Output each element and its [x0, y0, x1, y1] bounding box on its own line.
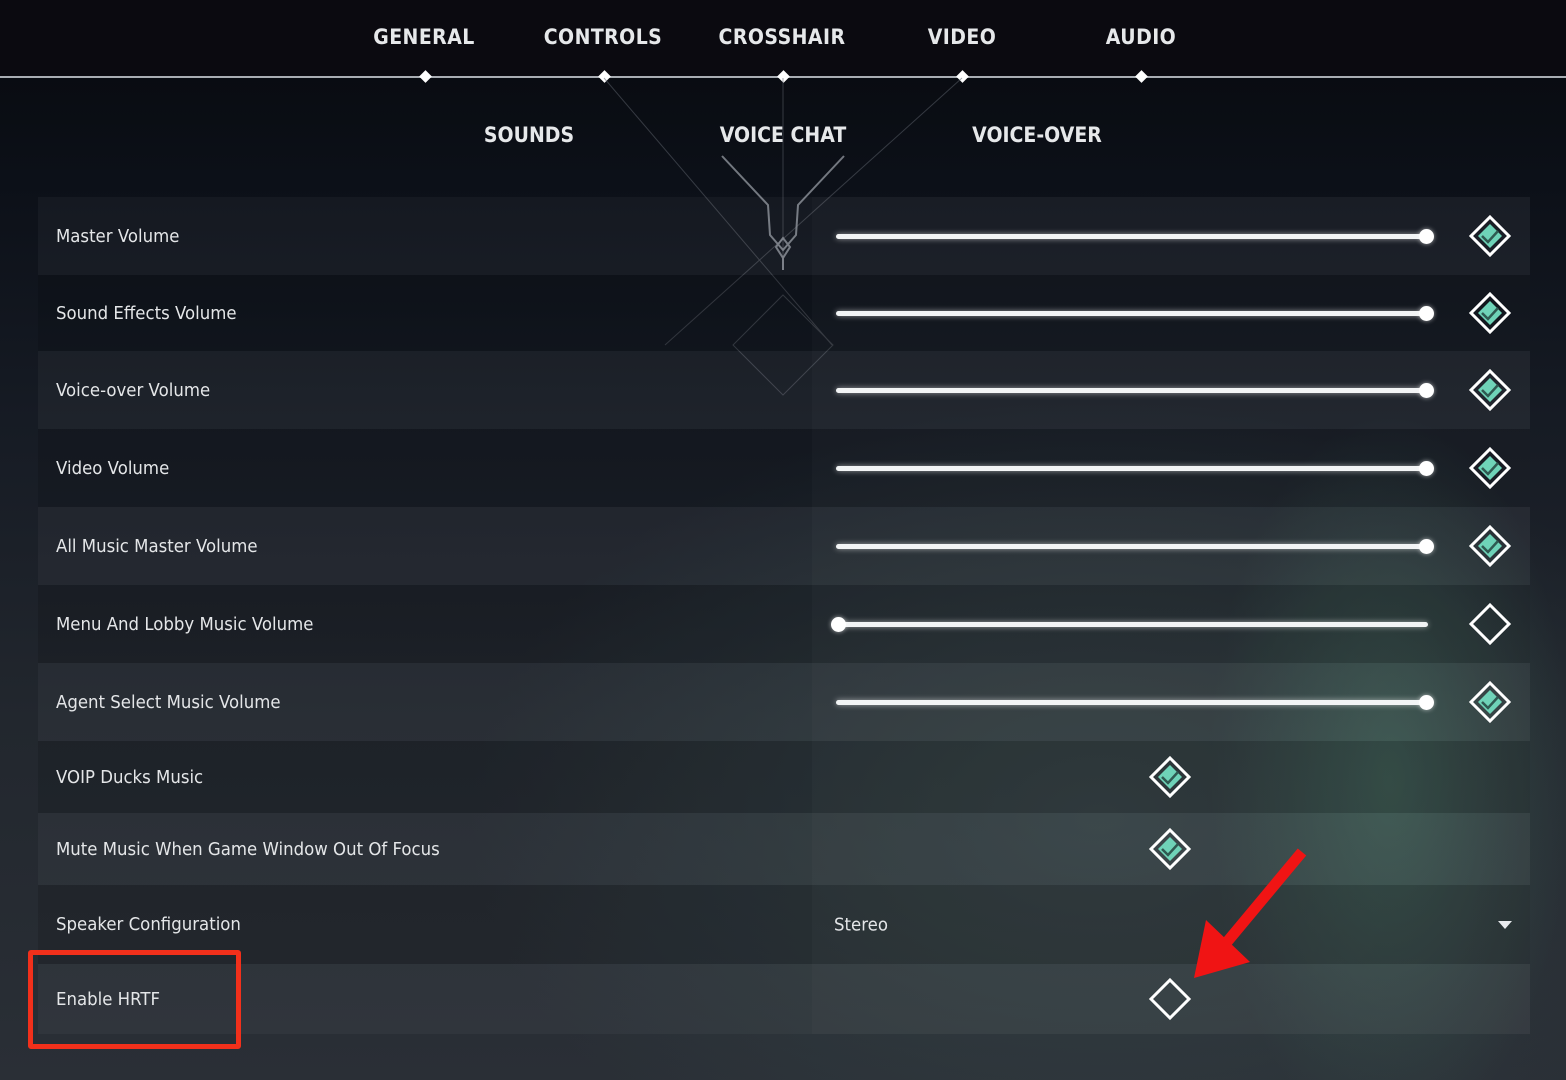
- agent-select-music-volume-enable-checkbox[interactable]: [1468, 680, 1512, 724]
- diamond-checked-icon: [1468, 368, 1512, 412]
- sound-effects-volume-slider[interactable]: [832, 303, 1434, 323]
- all-music-master-volume-enable-checkbox[interactable]: [1468, 524, 1512, 568]
- setting-control: [812, 585, 1530, 663]
- setting-control: [812, 197, 1530, 275]
- setting-label: Enable HRTF: [56, 988, 161, 1010]
- setting-row-voip-ducks-music: VOIP Ducks Music: [38, 741, 1530, 813]
- setting-control: [812, 964, 1530, 1034]
- menu-lobby-music-volume-slider[interactable]: [830, 614, 1432, 634]
- tab-audio[interactable]: AUDIO: [1074, 22, 1209, 52]
- diamond-checked-icon: [1468, 446, 1512, 490]
- setting-label: Agent Select Music Volume: [56, 691, 281, 713]
- slider-track: [836, 622, 1428, 627]
- slider-track: [836, 466, 1428, 471]
- diamond-unchecked-icon: [1468, 602, 1512, 646]
- menu-lobby-music-volume-enable-checkbox[interactable]: [1468, 602, 1512, 646]
- settings-list: Master Volume Sound Effects Volume Voice…: [38, 197, 1530, 1034]
- voip-ducks-music-checkbox[interactable]: [1148, 755, 1192, 799]
- setting-label: Sound Effects Volume: [56, 302, 237, 324]
- tab-video[interactable]: VIDEO: [895, 22, 1030, 52]
- all-music-master-volume-slider[interactable]: [832, 536, 1434, 556]
- diamond-unchecked-icon: [1148, 977, 1192, 1021]
- subtab-voice-over[interactable]: VOICE-OVER: [956, 120, 1118, 150]
- setting-control: [812, 275, 1530, 351]
- slider-thumb[interactable]: [1418, 695, 1434, 710]
- video-volume-slider[interactable]: [832, 458, 1434, 478]
- setting-row-menu-lobby-music-volume: Menu And Lobby Music Volume: [38, 585, 1530, 663]
- setting-row-mute-music-out-of-focus: Mute Music When Game Window Out Of Focus: [38, 813, 1530, 885]
- setting-control: Stereo: [812, 885, 1530, 964]
- master-volume-slider[interactable]: [832, 226, 1434, 246]
- enable-hrtf-checkbox[interactable]: [1148, 977, 1192, 1021]
- setting-label: Video Volume: [56, 457, 170, 479]
- setting-label: Menu And Lobby Music Volume: [56, 613, 314, 635]
- slider-track: [836, 311, 1428, 316]
- tab-crosshair[interactable]: CROSSHAIR: [715, 22, 850, 52]
- tab-controls[interactable]: CONTROLS: [536, 22, 671, 52]
- setting-row-agent-select-music-volume: Agent Select Music Volume: [38, 663, 1530, 741]
- setting-control: [812, 429, 1530, 507]
- setting-control: [812, 507, 1530, 585]
- slider-thumb[interactable]: [1418, 461, 1434, 476]
- setting-label: All Music Master Volume: [56, 535, 258, 557]
- slider-thumb[interactable]: [1418, 306, 1434, 321]
- setting-row-speaker-configuration: Speaker Configuration Stereo: [38, 885, 1530, 964]
- setting-control: [812, 351, 1530, 429]
- setting-label: Master Volume: [56, 225, 180, 247]
- slider-track: [836, 544, 1428, 549]
- setting-row-enable-hrtf: Enable HRTF: [38, 964, 1530, 1034]
- diamond-checked-icon: [1468, 291, 1512, 335]
- slider-thumb[interactable]: [1418, 383, 1434, 398]
- subtab-voice-chat[interactable]: VOICE CHAT: [702, 120, 864, 150]
- chevron-down-icon[interactable]: [1498, 920, 1512, 929]
- slider-track: [836, 388, 1428, 393]
- diamond-checked-icon: [1468, 524, 1512, 568]
- setting-label: Speaker Configuration: [56, 914, 241, 935]
- dropdown-selected-value: Stereo: [834, 914, 888, 935]
- setting-label: VOIP Ducks Music: [56, 766, 204, 788]
- slider-thumb[interactable]: [1418, 539, 1434, 554]
- sound-effects-volume-enable-checkbox[interactable]: [1468, 291, 1512, 335]
- setting-label: Voice-over Volume: [56, 379, 211, 401]
- setting-control: [812, 741, 1530, 813]
- slider-track: [836, 700, 1428, 705]
- setting-row-sound-effects-volume: Sound Effects Volume: [38, 275, 1530, 351]
- setting-row-all-music-master-volume: All Music Master Volume: [38, 507, 1530, 585]
- diamond-checked-icon: [1468, 680, 1512, 724]
- setting-control: [812, 813, 1530, 885]
- tab-general[interactable]: GENERAL: [357, 22, 492, 52]
- subtab-sounds[interactable]: SOUNDS: [448, 120, 610, 150]
- setting-row-master-volume: Master Volume: [38, 197, 1530, 275]
- speaker-configuration-dropdown[interactable]: Stereo: [812, 885, 1530, 964]
- voice-over-volume-enable-checkbox[interactable]: [1468, 368, 1512, 412]
- mute-music-out-of-focus-checkbox[interactable]: [1148, 827, 1192, 871]
- slider-thumb[interactable]: [830, 617, 846, 632]
- setting-control: [812, 663, 1530, 741]
- diamond-checked-icon: [1468, 214, 1512, 258]
- video-volume-enable-checkbox[interactable]: [1468, 446, 1512, 490]
- slider-thumb[interactable]: [1418, 229, 1434, 244]
- master-volume-enable-checkbox[interactable]: [1468, 214, 1512, 258]
- agent-select-music-volume-slider[interactable]: [832, 692, 1434, 712]
- setting-row-voice-over-volume: Voice-over Volume: [38, 351, 1530, 429]
- diamond-checked-icon: [1148, 827, 1192, 871]
- diamond-checked-icon: [1148, 755, 1192, 799]
- setting-row-video-volume: Video Volume: [38, 429, 1530, 507]
- setting-label: Mute Music When Game Window Out Of Focus: [56, 838, 440, 860]
- slider-track: [836, 234, 1428, 239]
- voice-over-volume-slider[interactable]: [832, 380, 1434, 400]
